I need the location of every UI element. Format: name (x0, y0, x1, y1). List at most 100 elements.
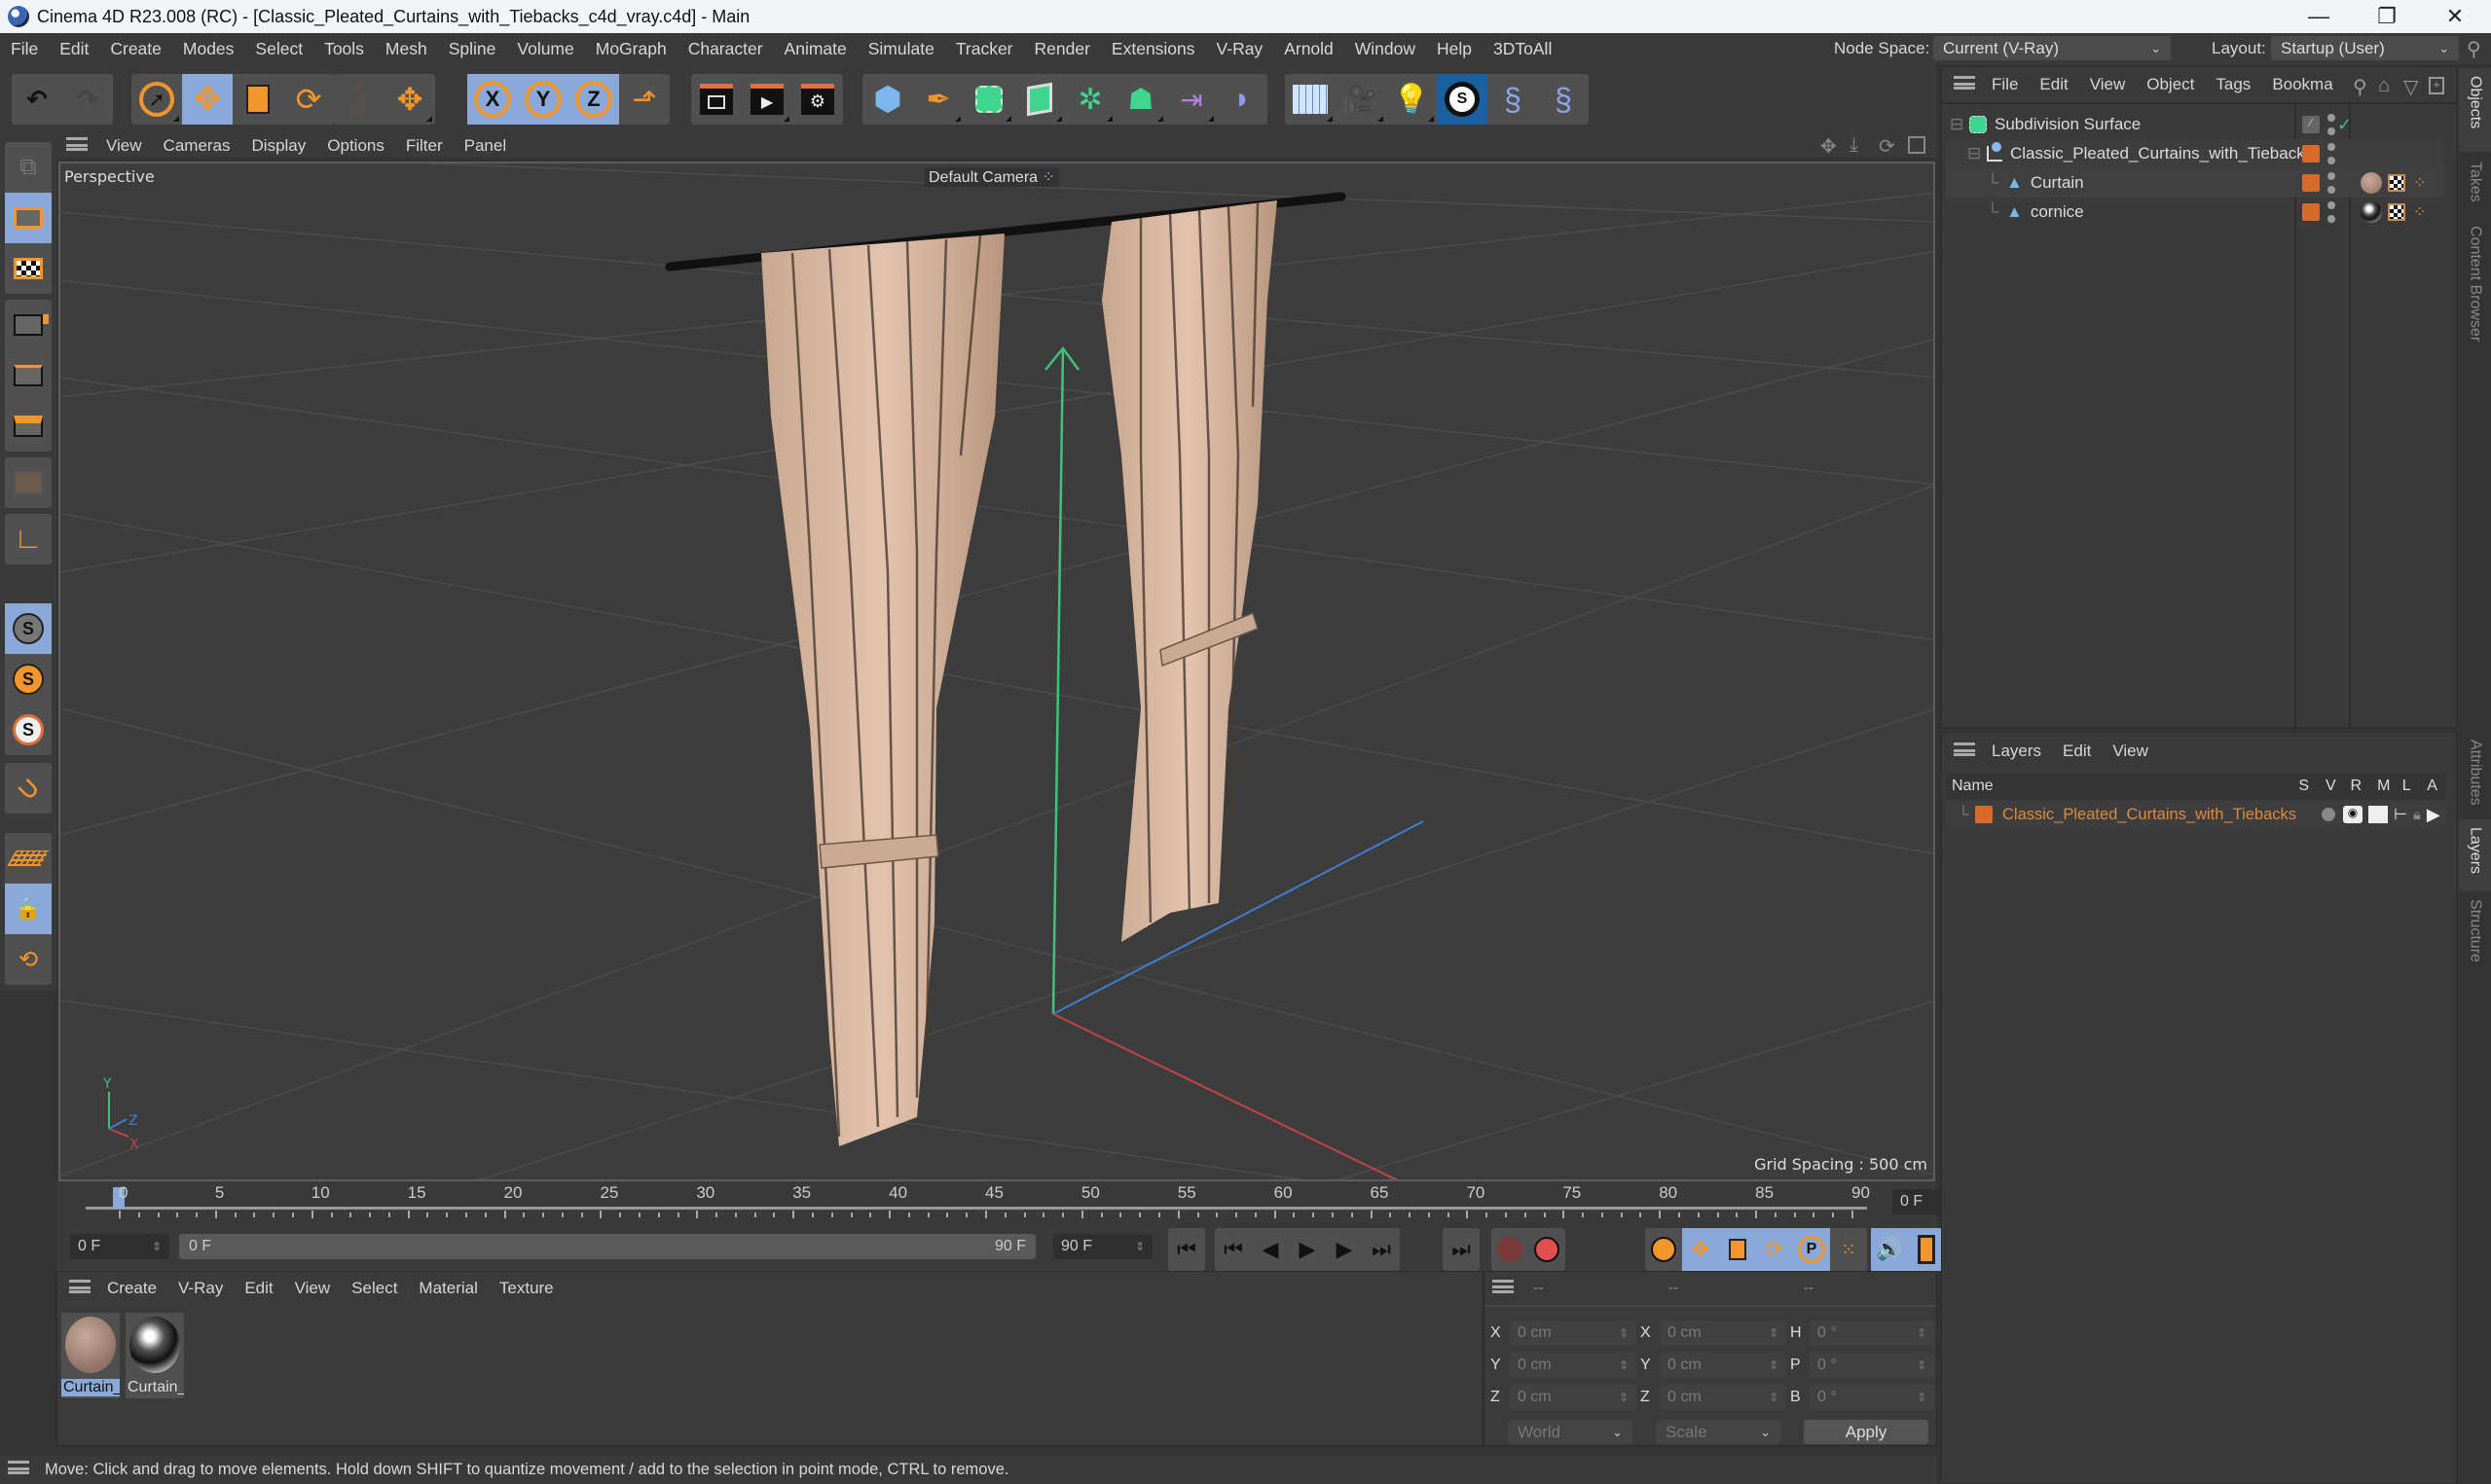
redo-button[interactable]: ↷ (62, 74, 113, 125)
search-icon[interactable]: ⚲ (2467, 37, 2481, 61)
filter-icon[interactable]: ▽ (2403, 75, 2418, 99)
apply-button[interactable]: Apply (1804, 1420, 1928, 1444)
menu-tools[interactable]: Tools (313, 39, 375, 59)
menu-volume[interactable]: Volume (506, 39, 584, 59)
bend-button[interactable]: ◗ (1217, 74, 1267, 125)
column-manager[interactable]: M (2377, 778, 2402, 795)
tab-takes[interactable]: Takes (2459, 154, 2491, 218)
solo-off-button[interactable]: S (5, 603, 52, 654)
play-button[interactable]: ▶ (1289, 1228, 1326, 1271)
layer-menu-icon[interactable] (1954, 742, 1975, 761)
search-icon[interactable]: ⚲ (2353, 75, 2367, 99)
menu-file[interactable]: File (0, 39, 49, 59)
render-picture-viewer-button[interactable]: ▶ (742, 74, 792, 125)
scale-button[interactable] (233, 74, 283, 125)
size-x-field[interactable]: 0 cm ⇕ (1660, 1320, 1786, 1346)
node-space-dropdown[interactable]: Current (V-Ray) ⌄ (1933, 36, 2171, 60)
layer-menu-layers[interactable]: Layers (1981, 742, 2052, 761)
rotate-button[interactable]: ⟳ (283, 74, 334, 125)
y-axis-lock-button[interactable]: Y (518, 74, 568, 125)
menu-select[interactable]: Select (244, 39, 313, 59)
lock-workplane-button[interactable]: 🔒 (5, 884, 52, 934)
model-mode-button[interactable] (5, 193, 52, 243)
last-tool-button[interactable]: ✥ (385, 74, 435, 125)
material-swatch[interactable]: Curtain_ (126, 1313, 184, 1398)
previous-key-button[interactable]: ⏮ (1215, 1228, 1252, 1271)
active-camera-label[interactable]: Default Camera ⁘ (925, 167, 1059, 187)
manager-hierarchy-icon[interactable]: ⊢ (2394, 805, 2407, 824)
scale-key-button[interactable] (1719, 1228, 1756, 1271)
menu-character[interactable]: Character (678, 39, 774, 59)
cloner-button[interactable]: ✲ (1065, 74, 1116, 125)
light-button[interactable]: 💡 (1386, 74, 1437, 125)
object-row[interactable]: ⊟ Subdivision Surface ⁄ ✓ (1946, 110, 2444, 139)
tab-content-browser[interactable]: Content Browser (2459, 218, 2491, 413)
voronoi-button[interactable]: ☗ (1116, 74, 1166, 125)
viewport-menu-display[interactable]: Display (241, 136, 317, 156)
solo-single-button[interactable]: S (5, 654, 52, 705)
start-frame-field[interactable]: 0 F ⇕ (70, 1234, 169, 1259)
python-button[interactable]: § (1487, 74, 1538, 125)
solo-hierarchy-button[interactable]: S (5, 705, 52, 755)
menu-help[interactable]: Help (1426, 39, 1483, 59)
menu-tracker[interactable]: Tracker (945, 39, 1024, 59)
size-y-field[interactable]: 0 cm ⇕ (1660, 1352, 1786, 1378)
go-to-end-button[interactable]: ⏭ (1443, 1228, 1480, 1271)
keyframe-selection-button[interactable] (1645, 1228, 1682, 1271)
position-y-field[interactable]: 0 cm ⇕ (1510, 1352, 1636, 1378)
rotation-key-button[interactable]: ⟳ (1756, 1228, 1793, 1271)
coordinate-menu-icon[interactable] (1492, 1279, 1514, 1298)
layer-color-swatch[interactable] (2302, 174, 2320, 192)
next-key-button[interactable]: ⏭ (1363, 1228, 1400, 1271)
column-name[interactable]: Name (1952, 778, 2298, 795)
vray-tag-icon[interactable]: ⁘ (2413, 173, 2426, 193)
object-row[interactable]: ⊟ Classic_Pleated_Curtains_with_Tiebacks (1946, 139, 2444, 168)
axis-mode-button[interactable]: ∟ (5, 514, 52, 564)
material-tag-icon[interactable] (2361, 201, 2382, 223)
layer-menu-edit[interactable]: Edit (2052, 742, 2102, 761)
column-render[interactable]: R (2351, 778, 2378, 795)
polygons-mode-button[interactable] (5, 401, 52, 452)
viewport-menu-view[interactable]: View (95, 136, 153, 156)
position-x-field[interactable]: 0 cm ⇕ (1510, 1320, 1636, 1346)
align-workplane-button[interactable]: ⟲ (5, 934, 52, 985)
pla-key-button[interactable]: ⁙ (1830, 1228, 1867, 1271)
material-swatch[interactable]: Curtain_ (61, 1313, 120, 1398)
viewport-menu-icon[interactable] (66, 136, 88, 156)
coordinate-space-dropdown[interactable]: World ⌄ (1508, 1420, 1632, 1444)
3d-viewport[interactable]: Y Z X Perspective Default Camera ⁘ Grid … (58, 162, 1935, 1181)
material-menu-texture[interactable]: Texture (489, 1279, 565, 1298)
object-menu-tags[interactable]: Tags (2205, 75, 2261, 94)
menu-arnold[interactable]: Arnold (1273, 39, 1344, 59)
menu-spline[interactable]: Spline (438, 39, 507, 59)
record-active-button[interactable] (1491, 1228, 1528, 1271)
object-menu-icon[interactable] (1954, 75, 1975, 94)
frame-range-slider[interactable]: 0 F 90 F (179, 1234, 1036, 1259)
object-menu-file[interactable]: File (1981, 75, 2029, 94)
menu-3dtoall[interactable]: 3DToAll (1483, 39, 1562, 59)
visibility-dots[interactable] (2327, 172, 2335, 194)
dolly-icon[interactable]: ⤓ (1850, 134, 1858, 157)
menu-animate[interactable]: Animate (774, 39, 858, 59)
uv-mode-button[interactable] (5, 457, 52, 508)
material-menu-edit[interactable]: Edit (234, 1279, 283, 1298)
material-menu-vray[interactable]: V-Ray (167, 1279, 234, 1298)
deformer-button[interactable]: ⇥ (1166, 74, 1217, 125)
timeline-ruler[interactable]: 0 5 10 15 20 25 30 35 40 45 50 55 60 65 70 75 80 85 90 (86, 1181, 1870, 1220)
layer-menu-view[interactable]: View (2102, 742, 2159, 761)
material-tag-icon[interactable] (2361, 172, 2382, 194)
maximize-view-icon[interactable] (1908, 136, 1925, 154)
material-menu-select[interactable]: Select (341, 1279, 408, 1298)
next-frame-button[interactable]: ▶ (1326, 1228, 1363, 1271)
end-frame-field[interactable]: 90 F ⇕ (1053, 1234, 1153, 1259)
object-menu-object[interactable]: Object (2136, 75, 2205, 94)
z-axis-lock-button[interactable]: Z (568, 74, 619, 125)
collapse-icon[interactable]: ⊟ (1967, 144, 1987, 163)
lock-icon[interactable]: 🔒︎ (2413, 807, 2421, 823)
points-mode-button[interactable] (5, 300, 52, 350)
coordinate-system-button[interactable]: ⬏ (619, 74, 670, 125)
rotation-p-field[interactable]: 0 ° ⇕ (1810, 1352, 1934, 1378)
render-settings-button[interactable]: ⚙ (792, 74, 843, 125)
edit-icon[interactable]: ⁄ (2302, 116, 2320, 133)
menu-mograph[interactable]: MoGraph (585, 39, 678, 59)
